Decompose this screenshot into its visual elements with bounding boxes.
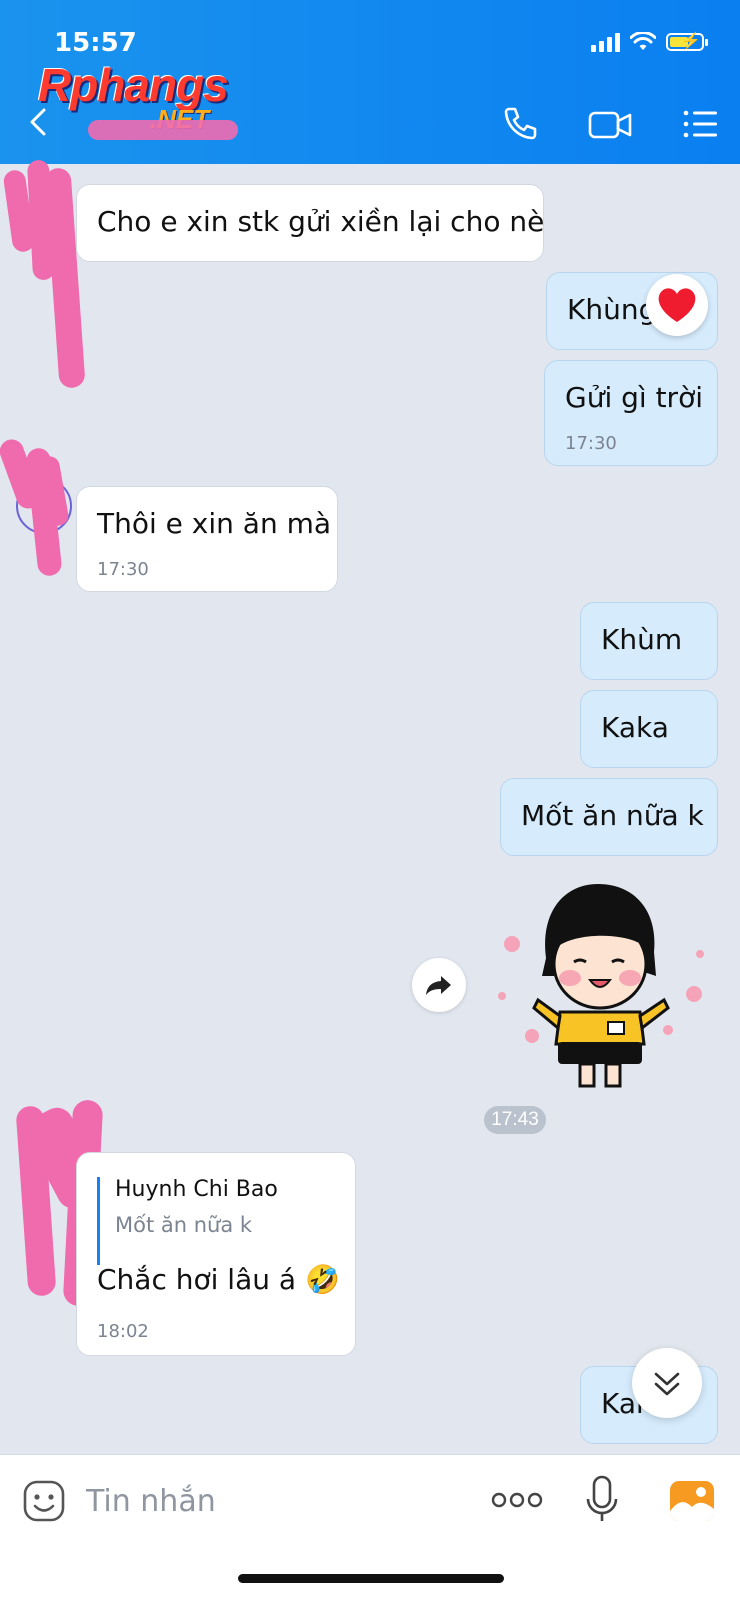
double-chevron-down-icon xyxy=(654,1372,680,1396)
emoji-button[interactable] xyxy=(22,1479,66,1523)
message-bubble-outgoing[interactable]: Khùng xyxy=(546,272,718,350)
message-text: Thôi e xin ăn mà xyxy=(97,507,332,540)
message-bubble-outgoing[interactable]: Mốt ăn nữa k xyxy=(500,778,718,856)
message-bubble-incoming[interactable]: Cho e xin stk gửi xiền lại cho nè xyxy=(76,184,544,262)
message-bubble-outgoing[interactable]: Khùm xyxy=(580,602,718,680)
home-indicator[interactable] xyxy=(238,1574,504,1583)
heart-reaction[interactable] xyxy=(646,274,708,336)
share-arrow-icon xyxy=(426,976,451,995)
message-time: 18:02 xyxy=(97,1321,149,1342)
chevron-left-icon xyxy=(30,108,46,136)
wifi-icon xyxy=(630,32,656,50)
message-bubble-incoming[interactable]: Huynh Chi Bao Mốt ăn nữa k Chắc hơi lâu … xyxy=(76,1152,356,1356)
quote-bar xyxy=(97,1177,100,1265)
chat-header: 15:57 ⚡ Rphangs .NET xyxy=(0,0,740,164)
quote-author: Huynh Chi Bao xyxy=(115,1177,278,1202)
message-text: Chắc hơi lâu á 🤣 xyxy=(97,1263,340,1296)
quote-text: Mốt ăn nữa k xyxy=(115,1213,253,1237)
message-text: Khùm xyxy=(601,623,683,656)
message-bubble-outgoing[interactable]: Kaka xyxy=(580,690,718,768)
cellular-signal-icon xyxy=(591,32,620,52)
message-time: 17:30 xyxy=(565,433,617,454)
message-text: Mốt ăn nữa k xyxy=(521,799,704,832)
photo-gallery-button[interactable] xyxy=(668,1477,716,1525)
girl-sticker[interactable] xyxy=(494,872,714,1092)
call-button[interactable] xyxy=(500,104,540,144)
contact-name-redaction xyxy=(88,120,238,140)
battery-icon: ⚡ xyxy=(666,33,708,51)
heart-icon xyxy=(658,288,696,322)
watermark-logo: Rphangs .NET xyxy=(38,58,229,134)
message-text: Khùng xyxy=(567,293,657,326)
phone-icon xyxy=(504,107,537,140)
message-input[interactable] xyxy=(84,1475,468,1527)
timestamp-chip: 17:43 xyxy=(484,1106,546,1134)
menu-button[interactable] xyxy=(680,104,720,144)
voice-record-button[interactable] xyxy=(582,1473,622,1527)
video-camera-icon xyxy=(588,111,632,139)
status-icons: ⚡ xyxy=(591,32,708,52)
message-bubble-outgoing[interactable]: Gửi gì trời 17:30 xyxy=(544,360,718,466)
message-text: Gửi gì trời xyxy=(565,381,703,414)
more-dots-icon xyxy=(491,1492,543,1508)
message-bubble-incoming[interactable]: Thôi e xin ăn mà 17:30 xyxy=(76,486,338,592)
girl-sticker-image xyxy=(498,884,704,1088)
scroll-to-bottom-button[interactable] xyxy=(632,1348,702,1418)
video-call-button[interactable] xyxy=(586,104,636,144)
emoji-smile-icon xyxy=(23,1480,65,1522)
message-text: Cho e xin stk gửi xiền lại cho nè xyxy=(97,205,545,238)
list-menu-icon xyxy=(683,110,717,138)
microphone-icon xyxy=(586,1475,618,1521)
message-time: 17:30 xyxy=(97,559,149,580)
status-time: 15:57 xyxy=(54,28,137,58)
forward-button[interactable] xyxy=(412,958,466,1012)
image-icon xyxy=(670,1481,714,1521)
message-text: Kaka xyxy=(601,711,669,744)
more-options-button[interactable] xyxy=(490,1485,544,1515)
back-button[interactable] xyxy=(22,104,58,140)
message-list[interactable]: Cho e xin stk gửi xiền lại cho nè Khùng … xyxy=(0,0,740,1454)
